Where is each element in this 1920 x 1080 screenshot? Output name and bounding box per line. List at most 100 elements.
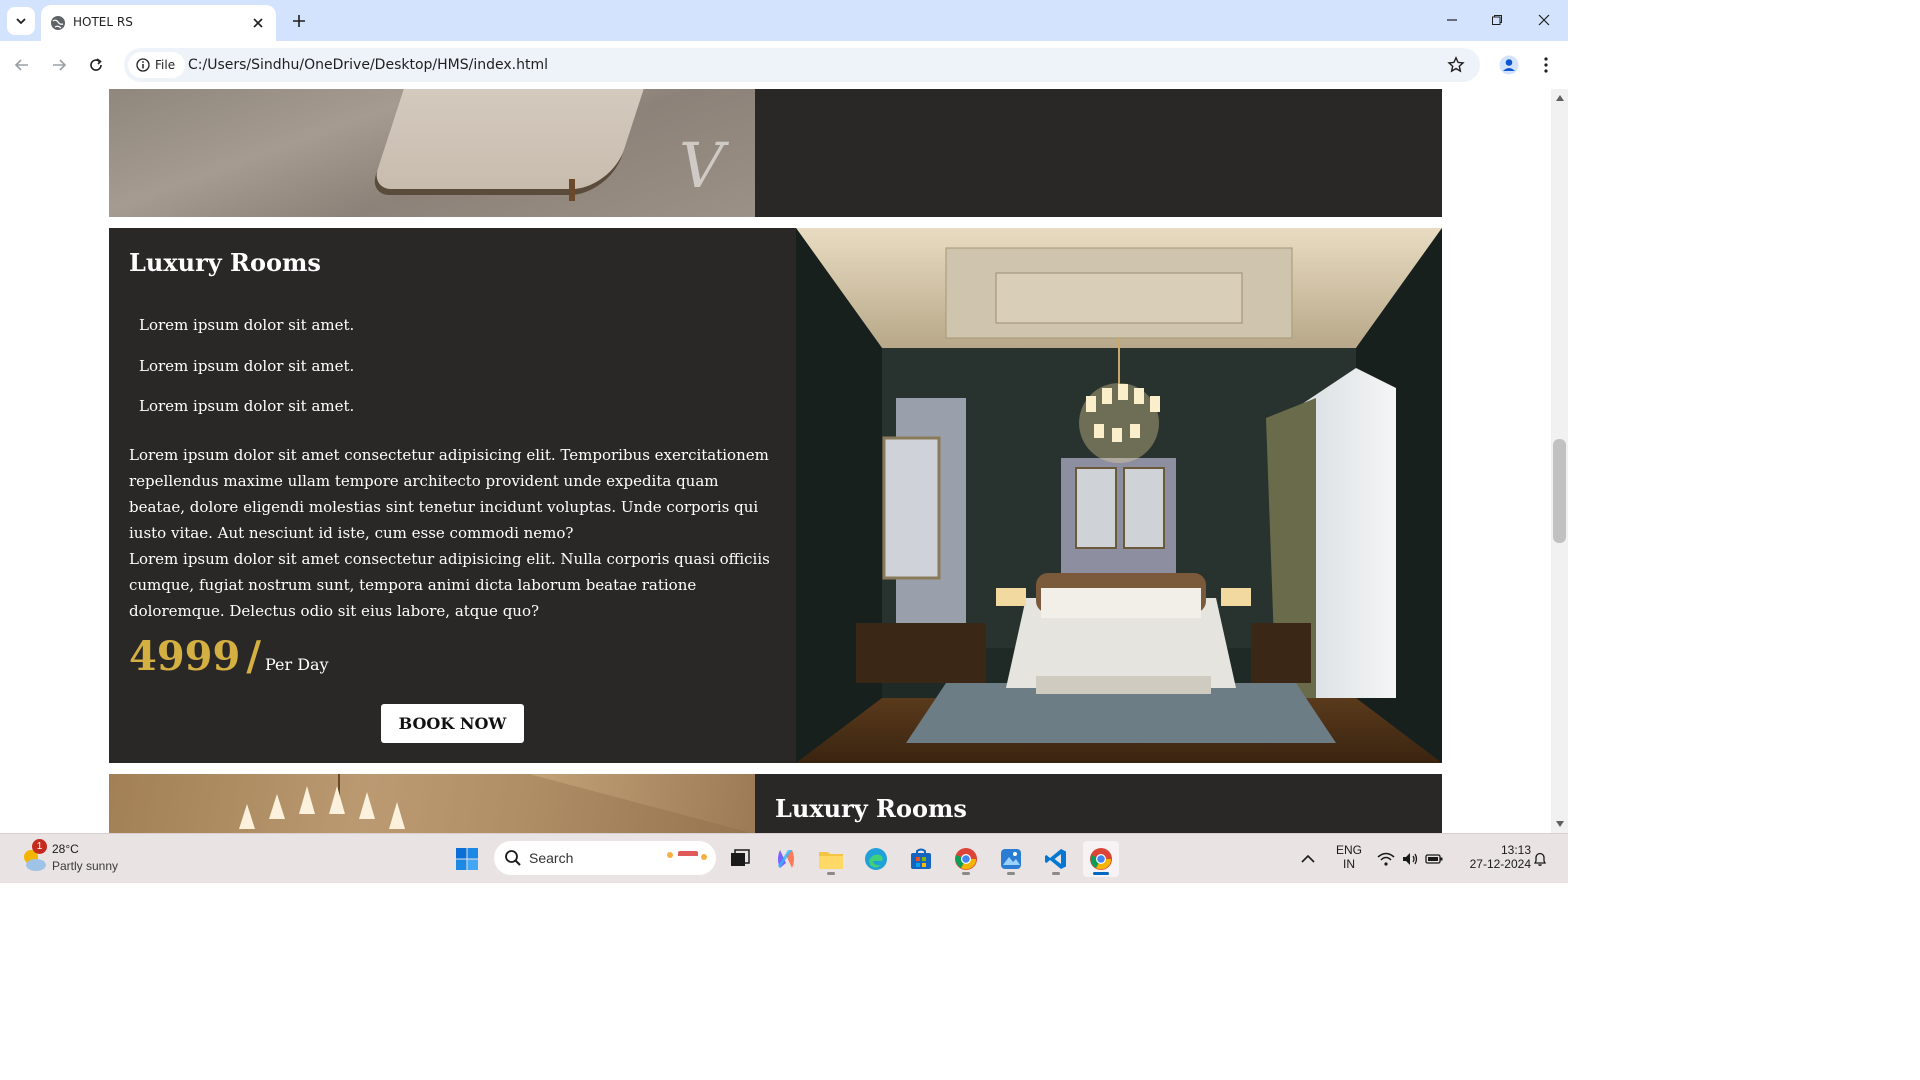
show-hidden-icons-button[interactable]: [1290, 841, 1326, 877]
battery-icon: [1425, 854, 1443, 864]
system-tray-status[interactable]: [1372, 841, 1448, 877]
caret-down-icon: [1555, 820, 1564, 827]
reload-icon: [90, 58, 102, 71]
search-icon: [505, 850, 521, 866]
scroll-down-arrow[interactable]: [1554, 818, 1565, 829]
scroll-up-arrow[interactable]: [1554, 92, 1565, 103]
calendar-highlight-icon: [667, 851, 707, 867]
photo-monogram: V: [679, 129, 724, 202]
room-title: Luxury Rooms: [129, 248, 321, 277]
chrome-active-button[interactable]: [1083, 841, 1119, 877]
address-bar[interactable]: File C:/Users/Sindhu/OneDrive/Desktop/HM…: [124, 48, 1480, 82]
feature-item: Lorem ipsum dolor sit amet.: [139, 316, 355, 334]
info-icon: [136, 58, 150, 72]
page-scrollbar[interactable]: [1551, 89, 1568, 833]
clock[interactable]: 13:13 27-12-2024: [1455, 843, 1531, 871]
chevron-down-icon: [16, 18, 26, 25]
taskbar-search-box[interactable]: Search: [494, 841, 716, 875]
clock-date: 27-12-2024: [1469, 857, 1531, 871]
restore-icon: [1492, 15, 1502, 25]
forward-button[interactable]: [47, 53, 71, 77]
description-paragraph: Lorem ipsum dolor sit amet consectetur a…: [129, 446, 769, 542]
restore-button[interactable]: [1482, 6, 1512, 34]
running-indicator: [1007, 872, 1015, 875]
running-indicator: [1052, 872, 1060, 875]
edge-button[interactable]: [858, 841, 894, 877]
tab-title: HOTEL RS: [73, 15, 133, 29]
room-description: Lorem ipsum dolor sit amet consectetur a…: [129, 442, 775, 624]
bedroom-illustration: [796, 228, 1442, 763]
back-button[interactable]: [10, 53, 34, 77]
tab-hotel-rs[interactable]: HOTEL RS: [41, 5, 276, 41]
price-unit: Per Day: [264, 655, 329, 674]
chevron-up-icon: [1301, 854, 1315, 863]
feature-list: Lorem ipsum dolor sit amet. Lorem ipsum …: [139, 316, 354, 438]
chrome-icon: [1090, 848, 1112, 870]
profile-button[interactable]: [1497, 53, 1521, 77]
next-room-title: Luxury Rooms: [775, 794, 967, 823]
wifi-icon: [1377, 852, 1395, 866]
url-text[interactable]: C:/Users/Sindhu/OneDrive/Desktop/HMS/ind…: [188, 57, 548, 73]
file-explorer-button[interactable]: [813, 841, 849, 877]
sofa-photo: V: [109, 89, 755, 217]
language-indicator[interactable]: ENG IN: [1333, 843, 1365, 871]
price-separator: /: [246, 633, 261, 680]
chrome-button[interactable]: [948, 841, 984, 877]
task-view-button[interactable]: [722, 841, 758, 877]
description-paragraph: Lorem ipsum dolor sit amet consectetur a…: [129, 550, 770, 620]
scrollbar-thumb[interactable]: [1553, 439, 1566, 543]
feature-item: Lorem ipsum dolor sit amet.: [139, 397, 355, 415]
task-view-icon: [731, 849, 750, 866]
notifications-button[interactable]: [1528, 841, 1552, 877]
chandelier-photo: [109, 774, 755, 833]
photos-button[interactable]: [993, 841, 1029, 877]
tab-search-button[interactable]: [7, 7, 35, 35]
store-button[interactable]: [903, 841, 939, 877]
reload-button[interactable]: [84, 53, 108, 77]
edge-icon: [865, 848, 887, 870]
vscode-button[interactable]: [1038, 841, 1074, 877]
room-card-luxury: Luxury Rooms Lorem ipsum dolor sit amet.…: [109, 228, 1442, 763]
book-now-button[interactable]: BOOK NOW: [381, 704, 524, 743]
weather-temperature: 28°C: [52, 842, 79, 856]
close-window-button[interactable]: [1529, 6, 1559, 34]
site-info-chip[interactable]: File: [128, 52, 186, 78]
search-label: Search: [529, 850, 574, 866]
photos-icon: [1001, 849, 1021, 869]
copilot-icon: [778, 850, 794, 868]
minimize-icon: [1447, 19, 1457, 21]
kebab-menu-icon: [1544, 57, 1548, 73]
folder-icon: [819, 852, 843, 869]
volume-icon: [1403, 853, 1418, 865]
arrow-right-icon: [53, 59, 67, 71]
windows-logo-icon: [456, 848, 478, 870]
room-card-next: Luxury Rooms: [109, 774, 1442, 833]
running-indicator: [962, 872, 970, 875]
room-card-previous: V: [109, 89, 1442, 217]
weather-condition: Partly sunny: [52, 859, 119, 873]
star-icon: [1447, 56, 1465, 73]
windows-taskbar: 1 28°C Partly sunny Search ENG IN 13:13 …: [0, 833, 1568, 883]
minimize-button[interactable]: [1437, 6, 1467, 34]
notification-bell-icon: [1533, 852, 1547, 866]
caret-up-icon: [1555, 94, 1564, 101]
globe-icon: [51, 16, 65, 30]
start-button[interactable]: [449, 841, 485, 877]
tab-strip: HOTEL RS: [0, 0, 1568, 41]
copilot-button[interactable]: [768, 841, 804, 877]
language-code: ENG: [1335, 843, 1362, 857]
clock-time: 13:13: [1500, 843, 1531, 857]
price-amount: 4999: [129, 633, 241, 680]
active-indicator: [1093, 872, 1109, 875]
close-tab-icon[interactable]: [248, 13, 268, 33]
room-price: 4999/Per Day: [129, 633, 329, 680]
bookmark-button[interactable]: [1446, 55, 1466, 75]
new-tab-button[interactable]: [287, 9, 311, 33]
weather-widget[interactable]: 1 28°C Partly sunny: [20, 839, 140, 878]
running-indicator: [827, 872, 835, 875]
arrow-left-icon: [14, 59, 28, 71]
close-icon: [1538, 14, 1550, 26]
luxury-bedroom-photo: [796, 228, 1442, 763]
vscode-icon: [1045, 849, 1066, 869]
browser-menu-button[interactable]: [1534, 53, 1558, 77]
